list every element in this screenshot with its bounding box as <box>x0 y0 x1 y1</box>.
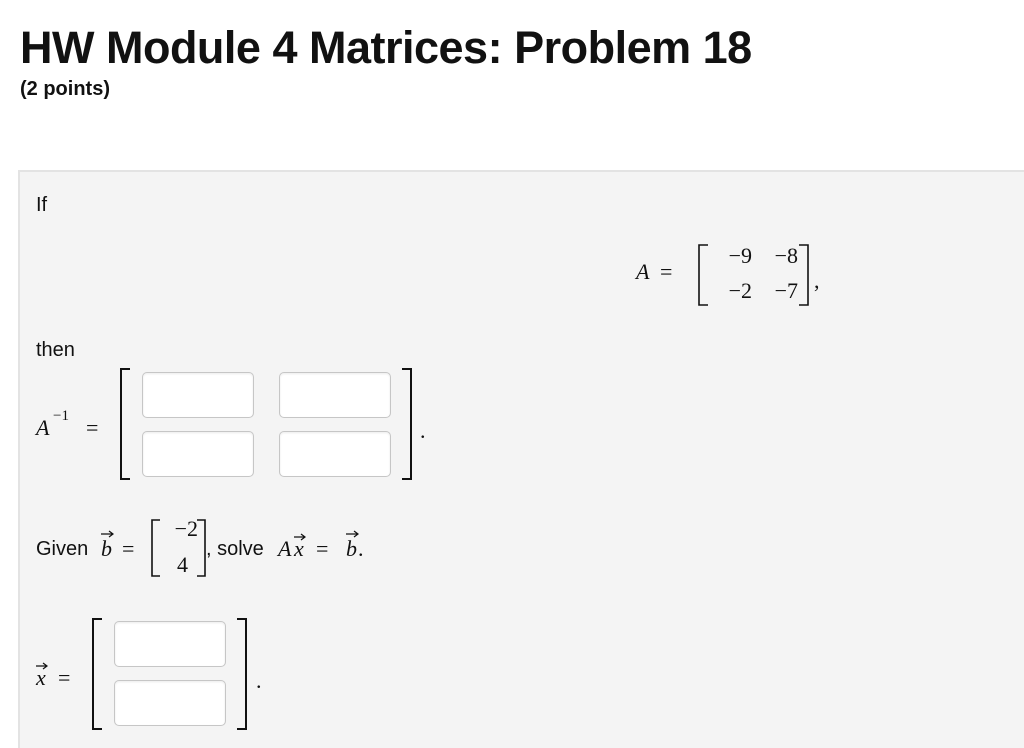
then-text: then <box>36 339 75 361</box>
b-vector-entry: 4 <box>177 552 188 577</box>
vector-arrow-icon <box>101 530 114 538</box>
matrix-a-cell: −2 <box>728 278 752 303</box>
solve-eq-period: . <box>358 536 364 561</box>
inverse-entry-r2c1-input[interactable] <box>142 431 254 477</box>
x-entry-r1-input[interactable] <box>114 621 226 667</box>
solve-eq-b: b <box>346 536 357 561</box>
right-bracket-icon <box>799 244 809 306</box>
inverse-label: A <box>36 415 50 440</box>
x-vector-period: . <box>256 668 262 693</box>
points-label: (2 points) <box>20 78 110 100</box>
equals-sign: = <box>660 259 673 284</box>
given-text: Given <box>36 538 89 560</box>
matrix-a-cell: −7 <box>774 278 798 303</box>
matrix-a-name: A <box>636 259 650 284</box>
equals-sign: = <box>86 415 99 440</box>
matrix-a-cell: −8 <box>774 243 798 268</box>
equals-sign: = <box>122 536 135 561</box>
inverse-period: . <box>420 418 426 443</box>
left-bracket-icon <box>120 368 130 480</box>
solve-eq-a: A <box>278 536 292 561</box>
equals-sign: = <box>316 536 329 561</box>
vector-arrow-icon <box>294 533 306 541</box>
inverse-superscript: −1 <box>53 408 69 424</box>
x-entry-r2-input[interactable] <box>114 680 226 726</box>
b-vector-name: b <box>101 536 112 561</box>
inverse-entry-r2c2-input[interactable] <box>279 431 391 477</box>
page-title: HW Module 4 Matrices: Problem 18 <box>20 22 752 73</box>
intro-text: If <box>36 194 48 216</box>
equals-sign: = <box>58 665 71 690</box>
b-vector-entry: −2 <box>174 516 198 541</box>
problem-panel: If A = −9 −8 −2 −7 , then A −1 = . Given… <box>18 170 1024 748</box>
matrix-a-cell: −9 <box>728 243 752 268</box>
inverse-entry-r1c2-input[interactable] <box>279 372 391 418</box>
vector-arrow-icon <box>36 662 48 670</box>
matrix-a-comma: , <box>814 268 820 293</box>
right-bracket-icon <box>402 368 412 480</box>
solve-text: , solve <box>206 538 264 560</box>
inverse-entry-r1c1-input[interactable] <box>142 372 254 418</box>
right-bracket-icon <box>237 618 247 730</box>
left-bracket-icon <box>92 618 102 730</box>
